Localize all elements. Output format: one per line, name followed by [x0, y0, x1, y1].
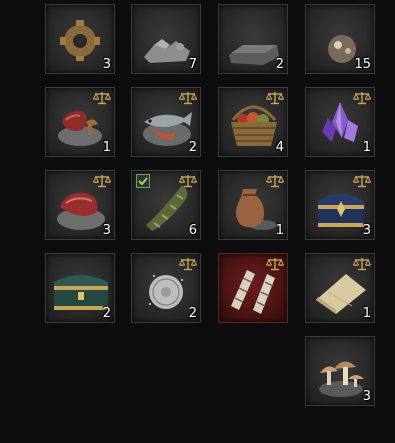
inventory-slot-sack[interactable]: 1 — [218, 170, 288, 240]
scale-icon — [179, 174, 197, 188]
scale-icon — [266, 257, 284, 271]
scale-icon — [179, 257, 197, 271]
inventory-slot-purple-crystal[interactable]: 1 — [305, 87, 375, 157]
item-quantity: 3 — [102, 57, 111, 72]
scale-icon — [353, 174, 371, 188]
inventory-slot-ingot[interactable]: 2 — [218, 4, 288, 74]
item-quantity: 1 — [275, 223, 284, 238]
item-quantity: 4 — [275, 140, 284, 155]
scale-icon — [93, 91, 111, 105]
scale-icon — [266, 91, 284, 105]
inventory-grid: 3 7 2 15 1 2 4 1 3 6 1 3 2 2 1 3 — [0, 0, 395, 443]
scale-icon — [93, 174, 111, 188]
inventory-slot-rubble[interactable]: 7 — [131, 4, 201, 74]
inventory-slot-raw-meat[interactable]: 3 — [45, 170, 115, 240]
scale-icon — [179, 91, 197, 105]
inventory-slot-silver-coin[interactable]: 2 — [131, 253, 201, 323]
scale-icon — [266, 174, 284, 188]
item-quantity: 2 — [188, 140, 197, 155]
inventory-slot-cloth-roll[interactable]: 1 — [305, 253, 375, 323]
scale-icon — [353, 91, 371, 105]
inventory-slot-gear[interactable]: 3 — [45, 4, 115, 74]
inventory-slot-fish[interactable]: 2 — [131, 87, 201, 157]
item-quantity: 6 — [188, 223, 197, 238]
item-quantity: 1 — [362, 306, 371, 321]
inventory-slot-bandage-wraps[interactable] — [218, 253, 288, 323]
item-quantity: 15 — [354, 57, 371, 72]
item-quantity: 3 — [362, 389, 371, 404]
inventory-slot-food-basket[interactable]: 4 — [218, 87, 288, 157]
item-quantity: 1 — [102, 140, 111, 155]
inventory-slot-green-chest[interactable]: 2 — [45, 253, 115, 323]
scale-icon — [353, 257, 371, 271]
inventory-slot-blue-chest[interactable]: 3 — [305, 170, 375, 240]
item-quantity: 1 — [362, 140, 371, 155]
item-quantity: 3 — [362, 223, 371, 238]
item-quantity: 2 — [102, 306, 111, 321]
inventory-slot-mushrooms[interactable]: 3 — [305, 336, 375, 406]
inventory-slot-meat-mushroom[interactable]: 1 — [45, 87, 115, 157]
item-quantity: 2 — [188, 306, 197, 321]
inventory-slot-wrapped-bundle[interactable]: 6 — [131, 170, 201, 240]
inventory-slot-ore[interactable]: 15 — [305, 4, 375, 74]
item-quantity: 2 — [275, 57, 284, 72]
checkmark-icon — [136, 174, 150, 188]
item-quantity: 3 — [102, 223, 111, 238]
item-quantity: 7 — [188, 57, 197, 72]
